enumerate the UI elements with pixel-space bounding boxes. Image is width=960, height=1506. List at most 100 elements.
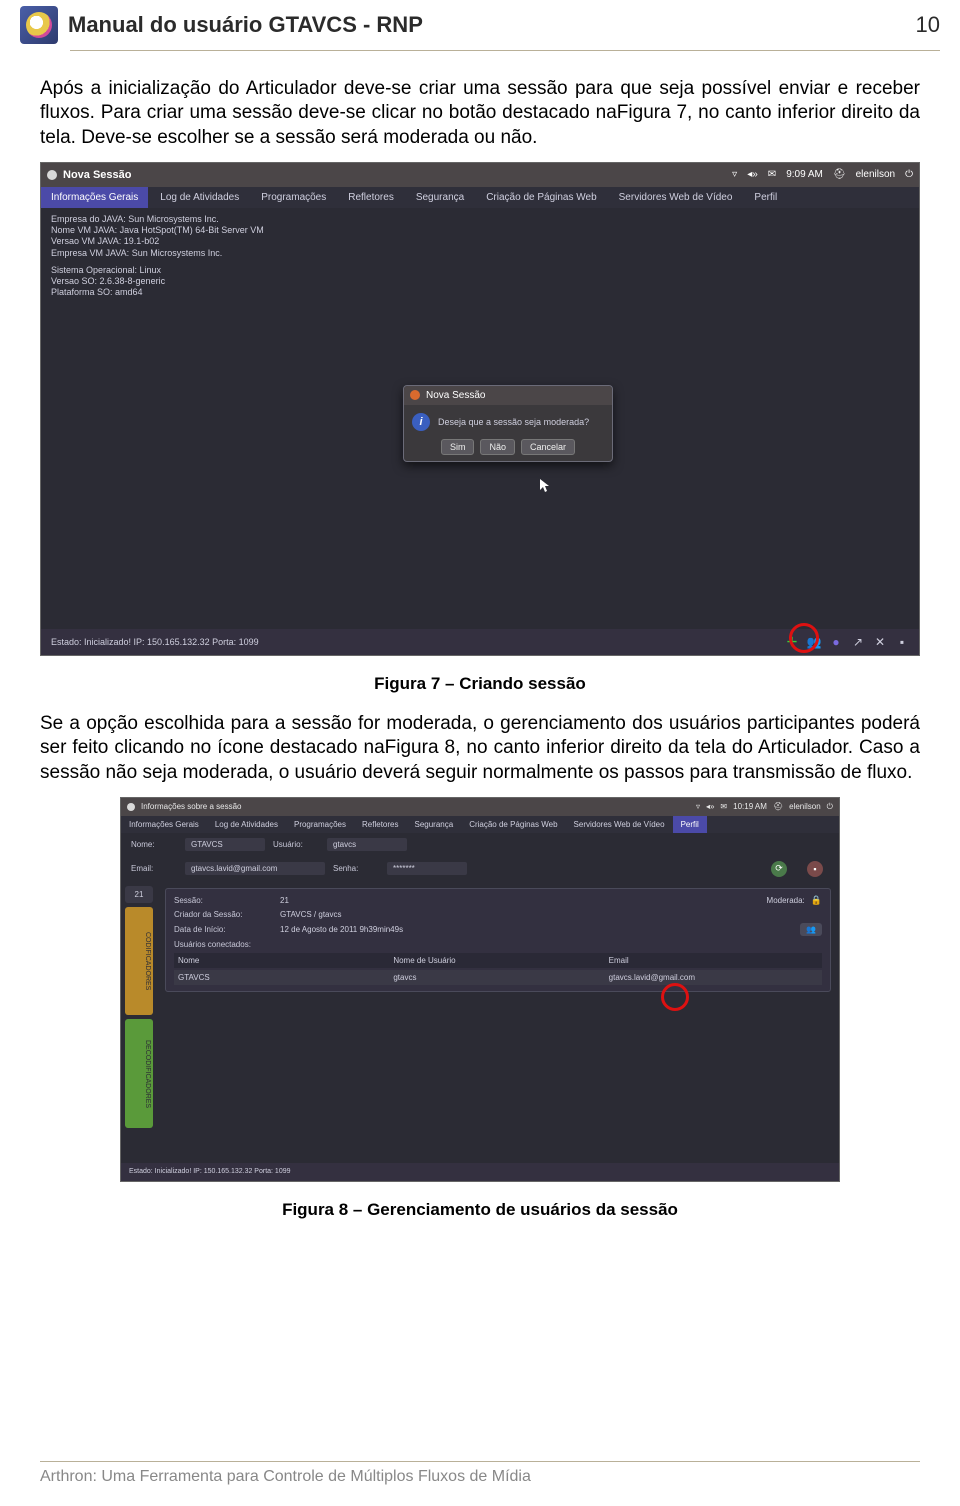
table-header-row: Nome Nome de Usuário Email (174, 953, 822, 968)
dialog-question: Deseja que a sessão seja moderada? (438, 417, 589, 427)
info-line: Sistema Operacional: Linux (51, 265, 909, 276)
username-text: elenilson (789, 802, 821, 811)
page-footer: Arthron: Uma Ferramenta para Controle de… (40, 1461, 920, 1486)
page-number: 10 (916, 12, 940, 38)
user-icon: ⛑ (773, 802, 783, 811)
wifi-icon: ▿ (696, 802, 700, 811)
volume-icon: ◂» (706, 802, 714, 811)
cursor-icon (540, 479, 550, 493)
system-info-block: Empresa do JAVA: Sun Microsystems Inc. N… (41, 208, 919, 303)
stop-icon[interactable]: ▪ (895, 635, 909, 649)
session-id-chip[interactable]: 21 (125, 886, 153, 903)
cell-email: gtavcs.lavid@gmail.com (609, 973, 818, 982)
window-titlebar: Nova Sessão ▿ ◂» ✉ 9:09 AM ⛑ elenilson ⏻ (41, 163, 919, 187)
dialog-title-text: Nova Sessão (426, 390, 485, 401)
info-line: Nome VM JAVA: Java HotSpot(TM) 64-Bit Se… (51, 225, 909, 236)
action-button[interactable]: ▪ (807, 861, 823, 877)
usuario-label: Usuário: (273, 840, 319, 849)
paragraph-2: Se a opção escolhida para a sessão for m… (40, 712, 920, 785)
tab-log-atividades[interactable]: Log de Atividades (150, 187, 249, 208)
close-session-icon[interactable]: ✕ (873, 635, 887, 649)
criador-value: GTAVCS / gtavcs (280, 910, 342, 919)
usuario-value: gtavcs (327, 838, 407, 851)
tab-criacao-paginas[interactable]: Criação de Páginas Web (461, 816, 565, 833)
sim-button[interactable]: Sim (441, 439, 475, 455)
screenshot-figura-7: Nova Sessão ▿ ◂» ✉ 9:09 AM ⛑ elenilson ⏻… (40, 162, 920, 656)
tab-informacoes-gerais[interactable]: Informações Gerais (121, 816, 207, 833)
tab-criacao-paginas[interactable]: Criação de Páginas Web (476, 187, 606, 208)
tab-servidores-video[interactable]: Servidores Web de Vídeo (609, 187, 743, 208)
tab-perfil[interactable]: Perfil (673, 816, 707, 833)
nome-value: GTAVCS (185, 838, 265, 851)
mail-icon: ✉ (720, 802, 727, 811)
status-bar: Estado: Inicializado! IP: 150.165.132.32… (41, 629, 919, 655)
refresh-button[interactable]: ⟳ (771, 861, 787, 877)
col-nome: Nome (178, 956, 387, 965)
username-text: elenilson (856, 169, 895, 180)
usuarios-label: Usuários conectados: (174, 940, 274, 949)
email-label: Email: (131, 864, 177, 873)
criador-label: Criador da Sessão: (174, 910, 274, 919)
page-header: Manual do usuário GTAVCS - RNP 10 (0, 0, 960, 46)
window-control-icon[interactable] (127, 803, 135, 811)
email-value: gtavcs.lavid@gmail.com (185, 862, 325, 875)
nao-button[interactable]: Não (480, 439, 515, 455)
expand-icon[interactable]: ↗ (851, 635, 865, 649)
info-icon: i (412, 413, 430, 431)
wifi-icon: ▿ (732, 169, 737, 180)
session-panel: Sessão: 21 Moderada: 🔒 Criador da Sessão… (165, 888, 831, 992)
tab-log-atividades[interactable]: Log de Atividades (207, 816, 286, 833)
sessao-label: Sessão: (174, 896, 274, 905)
paragraph-1: Após a inicialização do Articulador deve… (40, 77, 920, 150)
power-icon[interactable]: ⏻ (827, 802, 833, 812)
volume-icon: ◂» (747, 169, 758, 180)
status-text: Estado: Inicializado! IP: 150.165.132.32… (129, 1168, 291, 1175)
tab-seguranca[interactable]: Segurança (406, 816, 461, 833)
codificadores-tab[interactable]: CODIFICADORES (125, 907, 153, 1016)
tab-refletores[interactable]: Refletores (354, 816, 406, 833)
cell-nome: GTAVCS (178, 973, 387, 982)
left-vertical-tabs: 21 CODIFICADORES DECODIFICADORES (121, 882, 157, 1132)
figure-7-caption: Figura 7 – Criando sessão (40, 674, 920, 694)
sessao-value: 21 (280, 896, 289, 905)
tab-informacoes-gerais[interactable]: Informações Gerais (41, 187, 148, 208)
users-table: Nome Nome de Usuário Email GTAVCS gtavcs… (174, 953, 822, 985)
circle-icon[interactable]: ● (829, 635, 843, 649)
clock-text: 9:09 AM (786, 169, 823, 180)
window-control-icon[interactable] (47, 170, 57, 180)
data-label: Data de Início: (174, 925, 274, 934)
tabs-bar: Informações Gerais Log de Atividades Pro… (121, 816, 839, 833)
info-line: Empresa VM JAVA: Sun Microsystems Inc. (51, 248, 909, 259)
info-line: Versao SO: 2.6.38-8-generic (51, 276, 909, 287)
info-line: Plataforma SO: amd64 (51, 287, 909, 298)
window-titlebar: Informações sobre a sessão ▿ ◂» ✉ 10:19 … (121, 798, 839, 816)
status-text: Estado: Inicializado! IP: 150.165.132.32… (51, 637, 259, 647)
cancelar-button[interactable]: Cancelar (521, 439, 575, 455)
tab-programacoes[interactable]: Programações (251, 187, 336, 208)
nome-label: Nome: (131, 840, 177, 849)
tab-refletores[interactable]: Refletores (338, 187, 404, 208)
close-icon[interactable] (410, 390, 420, 400)
tab-servidores-video[interactable]: Servidores Web de Vídeo (566, 816, 673, 833)
tab-programacoes[interactable]: Programações (286, 816, 354, 833)
figure-8-caption: Figura 8 – Gerenciamento de usuários da … (40, 1200, 920, 1220)
power-icon[interactable]: ⏻ (905, 169, 913, 180)
dialog-titlebar: Nova Sessão (404, 386, 612, 405)
info-line: Versao VM JAVA: 19.1-b02 (51, 236, 909, 247)
table-row[interactable]: GTAVCS gtavcs gtavcs.lavid@gmail.com (174, 970, 822, 985)
tab-seguranca[interactable]: Segurança (406, 187, 474, 208)
mail-icon: ✉ (768, 169, 776, 180)
cell-usuario: gtavcs (393, 973, 602, 982)
window-title: Nova Sessão (63, 169, 726, 181)
lock-icon: 🔒 (811, 895, 822, 906)
col-email: Email (609, 956, 818, 965)
tab-perfil[interactable]: Perfil (744, 187, 787, 208)
screenshot-figura-8: Informações sobre a sessão ▿ ◂» ✉ 10:19 … (120, 797, 840, 1182)
senha-label: Senha: (333, 864, 379, 873)
clock-text: 10:19 AM (733, 802, 767, 811)
data-value: 12 de Agosto de 2011 9h39min49s (280, 925, 403, 934)
user-manage-button[interactable]: 👥 (800, 923, 822, 936)
tabs-bar: Informações Gerais Log de Atividades Pro… (41, 187, 919, 208)
highlight-circle-icon (661, 983, 689, 1011)
decodificadores-tab[interactable]: DECODIFICADORES (125, 1019, 153, 1128)
